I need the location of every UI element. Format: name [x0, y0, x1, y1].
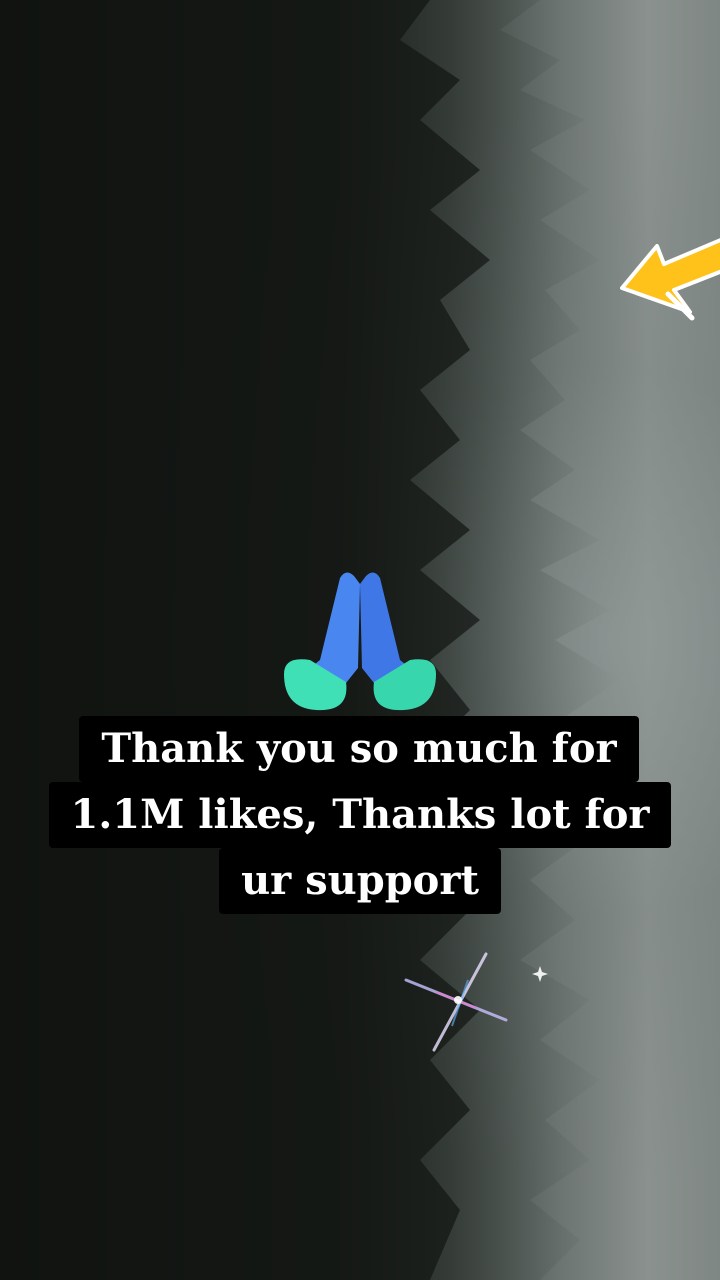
folded-hands-emoji-icon — [284, 572, 436, 711]
yellow-arrow-icon — [620, 238, 720, 321]
video-frame: Thank you so much for 1.1M likes, Thanks… — [0, 0, 720, 1280]
caption-line-3: ur support — [219, 848, 501, 914]
caption-overlay: Thank you so much for 1.1M likes, Thanks… — [0, 716, 720, 914]
caption-line-1: Thank you so much for — [79, 716, 639, 782]
caption-line-2: 1.1M likes, Thanks lot for — [48, 782, 672, 848]
sparkle-icon — [404, 952, 548, 1052]
